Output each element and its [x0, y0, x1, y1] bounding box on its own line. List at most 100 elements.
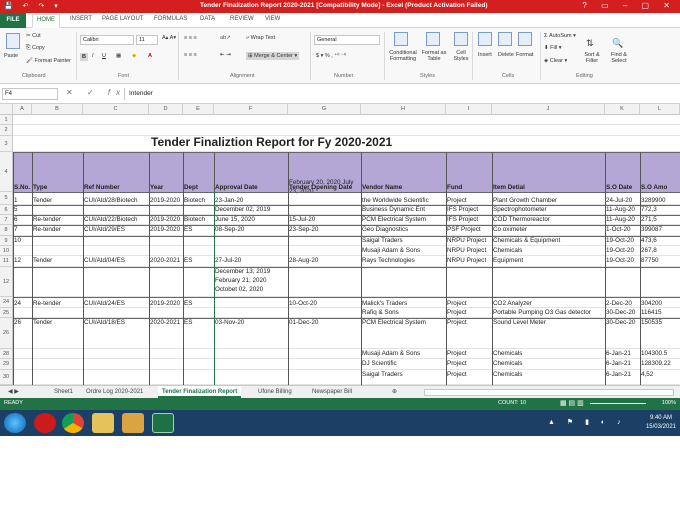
table-cell-ref[interactable]: CUI/Atd/04/ES [83, 256, 149, 267]
table-cell-fund[interactable]: Project [446, 318, 492, 349]
select-all-corner[interactable] [0, 104, 13, 115]
excel-icon[interactable] [152, 413, 174, 433]
row-header-26[interactable]: 26 [0, 318, 13, 349]
row-header-12[interactable]: 12 [0, 267, 13, 297]
column-header-e[interactable]: E [183, 104, 214, 115]
row-header-30[interactable]: 30 [0, 370, 13, 385]
conditional-formatting-button[interactable]: Conditional Formatting [386, 50, 420, 62]
header-cell[interactable]: Item Detial [492, 184, 605, 191]
number-format-select[interactable]: General [314, 35, 380, 45]
sheet-title[interactable]: Tender Finaliztion Report for Fy 2020-20… [151, 135, 392, 149]
table-cell-soamt[interactable]: 304200 [640, 267, 680, 308]
view-buttons[interactable]: ▦ ▤ ▥ [560, 399, 584, 407]
tab-data[interactable]: DATA [200, 16, 215, 22]
format-as-table-icon[interactable] [426, 32, 440, 46]
column-header-h[interactable]: H [361, 104, 446, 115]
table-cell-approval[interactable]: June 15, 2020 [214, 215, 288, 225]
table-cell-sodate[interactable]: 6-Jan-21 [605, 370, 640, 385]
delete-cells-icon[interactable] [498, 32, 512, 46]
cut-button[interactable]: ✂ Cut [26, 33, 41, 39]
sheet-tab-order-log[interactable]: Ordre Log 2020-2021 [82, 386, 147, 398]
paste-icon[interactable] [6, 33, 20, 49]
sort-filter-icon[interactable]: ⇅ [586, 38, 594, 49]
table-cell-year[interactable]: 2019-2020 [149, 196, 183, 205]
row-header-24[interactable]: 24 [0, 297, 13, 308]
table-cell-type[interactable]: Tender [32, 196, 83, 205]
table-cell-fund[interactable]: Project [446, 359, 492, 370]
table-cell-sno[interactable]: 12 [13, 256, 32, 267]
row-header-25[interactable]: 25 [0, 308, 13, 318]
table-cell-approval[interactable]: 23-Jan-20 [214, 196, 288, 205]
file-explorer-icon[interactable] [92, 413, 114, 433]
add-sheet-icon[interactable]: ⊕ [388, 386, 401, 398]
table-cell-ref[interactable]: CUI/Atd/28/Biotech [83, 196, 149, 205]
start-icon[interactable] [4, 413, 26, 433]
table-cell-ref[interactable]: CUI/Atd/29/ES [83, 225, 149, 236]
column-header-k[interactable]: K [605, 104, 640, 115]
table-cell-vendor[interactable]: Malick's Traders [361, 267, 446, 308]
sheet-nav-icon[interactable]: ◀ ▶ [4, 386, 23, 398]
tab-file[interactable]: FILE [0, 13, 26, 28]
format-cells-icon[interactable] [518, 32, 532, 46]
table-cell-item[interactable]: CO2 Analyzer [492, 267, 605, 308]
table-cell-item[interactable]: Co oximeter [492, 225, 605, 236]
table-cell-item[interactable]: Equipment [492, 256, 605, 267]
table-cell-year[interactable]: 2020-2021 [149, 318, 183, 349]
column-header-d[interactable]: D [149, 104, 183, 115]
fill-button[interactable]: ⬇ Fill ▾ [544, 45, 561, 51]
table-cell-vendor[interactable]: PCM Electrical System [361, 318, 446, 349]
table-cell-soamt[interactable]: 4,52 [640, 370, 680, 385]
table-cell-sno[interactable]: 6 [13, 215, 32, 225]
table-cell-soamt[interactable]: 399087 [640, 225, 680, 236]
table-cell-vendor[interactable]: Saigal Traders [361, 236, 446, 246]
quick-access-toolbar[interactable]: 💾 ↶ ↷ ▾ [4, 2, 62, 10]
row-header-1[interactable]: 1 [0, 115, 13, 125]
table-cell-opening[interactable]: 23-Sep-20 [288, 225, 361, 236]
table-cell-opening[interactable]: 01-Dec-20 [288, 318, 361, 349]
header-cell[interactable]: Vendor Name [361, 184, 446, 191]
table-cell-fund[interactable]: Project [446, 349, 492, 359]
table-cell-dept[interactable]: ES [183, 256, 214, 267]
table-cell-item[interactable]: COD Thermoreactor [492, 215, 605, 225]
tab-page-layout[interactable]: PAGE LAYOUT [102, 16, 143, 22]
tab-view[interactable]: VIEW [265, 16, 280, 22]
row-header-5[interactable]: 5 [0, 192, 13, 205]
align-top-icon[interactable]: ≡ ≡ ≡ [184, 35, 197, 41]
grow-font-icon[interactable]: A▴ A▾ [162, 35, 176, 41]
table-cell-type[interactable]: Re-tender [32, 267, 83, 308]
table-cell-sodate[interactable]: 2-Dec-20 [605, 267, 640, 308]
header-cell[interactable]: S.No. [13, 184, 32, 191]
cell-styles-icon[interactable] [454, 32, 468, 46]
column-header-b[interactable]: B [32, 104, 83, 115]
table-cell-fund[interactable]: Project [446, 370, 492, 385]
table-cell-fund[interactable]: PSF Project [446, 225, 492, 236]
table-cell-sno[interactable]: 24 [13, 267, 32, 308]
table-cell-soamt[interactable]: 267,8 [640, 246, 680, 256]
table-cell-fund[interactable]: Project [446, 308, 492, 318]
table-cell-item[interactable]: Plant Growth Chamber [492, 196, 605, 205]
formula-buttons[interactable]: ✕ ✓ fx [66, 88, 126, 97]
table-cell-sodate[interactable]: 1-Oct-20 [605, 225, 640, 236]
row-header-6[interactable]: 6 [0, 205, 13, 215]
table-cell-soamt[interactable]: 473,6 [640, 236, 680, 246]
sheet-tab-newspaper-bill[interactable]: Newspaper Bill [308, 386, 356, 398]
table-cell-sodate[interactable]: 11-Aug-20 [605, 205, 640, 215]
system-tray[interactable]: ▲ ⚑ ▮ ◐ ♪ [548, 418, 626, 426]
table-cell-sno[interactable]: 5 [13, 205, 32, 215]
worksheet-grid[interactable]: ABCDEFGHIJKLM 12345678910111224252628293… [0, 104, 680, 385]
autosum-button[interactable]: Σ AutoSum ▾ [544, 33, 576, 39]
column-header-j[interactable]: J [492, 104, 605, 115]
table-cell-sodate[interactable]: 24-Jul-20 [605, 196, 640, 205]
table-cell-vendor[interactable]: the Worldwide Scientific [361, 196, 446, 205]
row-header-8[interactable]: 8 [0, 225, 13, 236]
merge-center-button[interactable]: ⊞ Merge & Center ▾ [246, 52, 300, 60]
opera-icon[interactable] [34, 413, 56, 433]
row-header-9[interactable]: 9 [0, 236, 13, 246]
column-header-i[interactable]: I [446, 104, 492, 115]
find-select-icon[interactable]: 🔍 [612, 38, 623, 49]
table-cell-soamt[interactable]: 772,3 [640, 205, 680, 215]
horizontal-scrollbar[interactable] [424, 389, 674, 396]
row-header-3[interactable]: 3 [0, 136, 13, 152]
table-cell-type[interactable]: Tender [32, 318, 83, 349]
table-cell-approval[interactable]: December 02, 2019 [214, 205, 288, 215]
